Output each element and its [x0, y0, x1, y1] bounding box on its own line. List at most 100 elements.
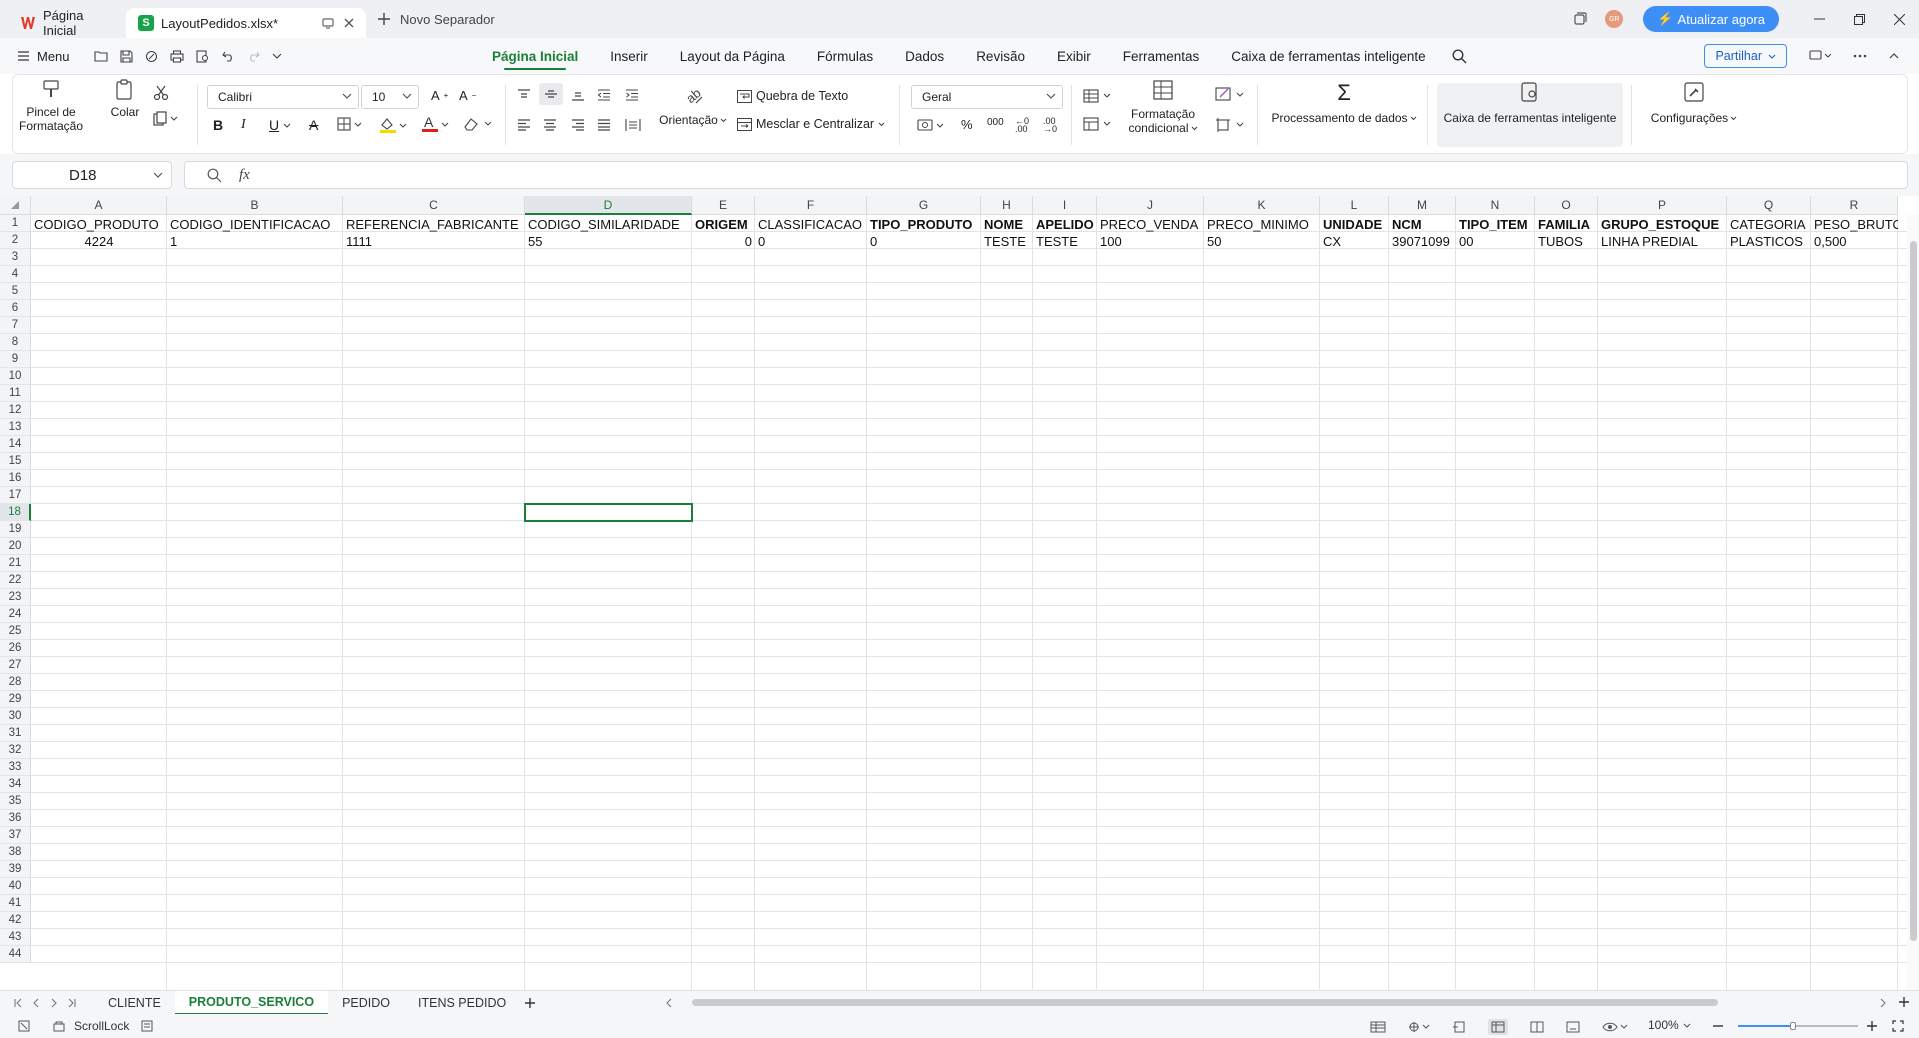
add-column-icon[interactable]	[1898, 996, 1910, 1008]
collapse-ribbon-icon[interactable]	[1889, 53, 1899, 59]
data-cell[interactable]: 50	[1204, 233, 1320, 250]
last-sheet-icon[interactable]	[68, 998, 76, 1008]
currency-format-icon[interactable]	[917, 118, 945, 132]
row-header[interactable]: 27	[0, 657, 31, 674]
row-header[interactable]: 10	[0, 368, 31, 385]
open-folder-icon[interactable]	[93, 50, 108, 62]
format-painter-button[interactable]: Pincel de Formatação	[19, 75, 83, 155]
tab-layout-da-pagina[interactable]: Layout da Página	[680, 38, 785, 74]
data-cell[interactable]: 4224	[31, 233, 167, 250]
table-view-icon[interactable]	[1370, 1021, 1386, 1033]
row-header[interactable]: 11	[0, 385, 31, 402]
column-header[interactable]: B	[167, 196, 343, 215]
cut-icon[interactable]	[153, 85, 169, 101]
data-cell[interactable]: TESTE	[1033, 233, 1097, 250]
normal-view-icon[interactable]	[1488, 1019, 1508, 1035]
horizontal-scroll-thumb[interactable]	[692, 999, 1718, 1006]
row-header[interactable]: 14	[0, 436, 31, 453]
align-left-icon[interactable]	[517, 119, 531, 131]
column-header[interactable]: D	[525, 196, 692, 215]
column-header[interactable]: K	[1204, 196, 1320, 215]
vertical-scroll-thumb[interactable]	[1910, 241, 1917, 941]
align-middle-icon[interactable]	[539, 83, 563, 105]
upgrade-button[interactable]: ⚡ Atualizar agora	[1643, 6, 1779, 32]
fullscreen-icon[interactable]	[1892, 1020, 1904, 1032]
tab-pagina-inicial[interactable]: Página Inicial	[492, 38, 578, 74]
number-format-select[interactable]: Geral	[911, 85, 1063, 109]
row-header[interactable]: 5	[0, 283, 31, 300]
align-center-icon[interactable]	[543, 119, 557, 131]
column-header[interactable]: E	[692, 196, 755, 215]
first-sheet-icon[interactable]	[14, 998, 22, 1008]
data-cell[interactable]: TESTE	[981, 233, 1033, 250]
new-tab-button[interactable]: Novo Separador	[378, 12, 495, 27]
row-header[interactable]: 15	[0, 453, 31, 470]
window-layout-icon[interactable]	[1573, 12, 1587, 26]
data-cell[interactable]: 0,500	[1811, 233, 1898, 250]
row-header[interactable]: 39	[0, 861, 31, 878]
row-header[interactable]: 12	[0, 402, 31, 419]
sheet-tab-itens-pedido[interactable]: ITENS PEDIDO	[404, 991, 520, 1015]
row-header[interactable]: 7	[0, 317, 31, 334]
row-header[interactable]: 3	[0, 249, 31, 266]
orientation-button[interactable]: ab Orientação	[653, 83, 733, 127]
row-header[interactable]: 2	[0, 232, 31, 249]
wrap-text-button[interactable]: Quebra de Texto	[737, 89, 848, 103]
header-cell[interactable]: PRECO_MINIMO	[1204, 216, 1320, 233]
more-options-icon[interactable]	[1853, 54, 1867, 58]
sheet-tab-cliente[interactable]: CLIENTE	[94, 991, 175, 1015]
format-cells-icon[interactable]	[1215, 87, 1247, 103]
row-header[interactable]: 32	[0, 742, 31, 759]
column-header[interactable]: C	[343, 196, 525, 215]
page-layout-view-icon[interactable]	[1566, 1021, 1580, 1033]
header-cell[interactable]: UNIDADE	[1320, 216, 1389, 233]
prev-sheet-icon[interactable]	[32, 998, 40, 1008]
tab-ferramentas[interactable]: Ferramentas	[1123, 38, 1200, 74]
decrease-indent-icon[interactable]	[597, 89, 611, 101]
row-header[interactable]: 28	[0, 674, 31, 691]
row-header[interactable]: 13	[0, 419, 31, 436]
row-header[interactable]: 44	[0, 946, 31, 963]
window-restore-icon[interactable]	[322, 17, 334, 29]
italic-icon[interactable]: I	[241, 117, 246, 133]
column-header[interactable]: R	[1811, 196, 1898, 215]
row-header[interactable]: 33	[0, 759, 31, 776]
header-cell[interactable]: CLASSIFICACAO	[755, 216, 867, 233]
borders-icon[interactable]	[337, 117, 363, 131]
data-cell[interactable]: 39071099	[1389, 233, 1456, 250]
row-header[interactable]: 6	[0, 300, 31, 317]
tab-scroll-left-icon[interactable]	[666, 998, 672, 1008]
header-cell[interactable]: APELIDO	[1033, 216, 1097, 233]
user-avatar[interactable]: GR	[1605, 10, 1624, 28]
home-tab[interactable]: Página Inicial	[0, 8, 122, 38]
data-cell[interactable]: TUBOS	[1535, 233, 1598, 250]
underline-icon[interactable]: U	[269, 117, 291, 133]
data-processing-button[interactable]: Σ Processamento de dados	[1269, 81, 1419, 125]
row-header[interactable]: 4	[0, 266, 31, 283]
data-cell[interactable]: PLASTICOS	[1727, 233, 1811, 250]
fx-icon[interactable]: fx	[239, 167, 250, 184]
row-header[interactable]: 9	[0, 351, 31, 368]
selected-cell[interactable]	[524, 503, 693, 522]
vertical-scrollbar[interactable]	[1907, 215, 1919, 990]
close-window-button[interactable]	[1879, 0, 1919, 38]
row-header[interactable]: 21	[0, 555, 31, 572]
formula-input[interactable]: fx	[184, 161, 1908, 189]
add-sheet-icon[interactable]	[524, 997, 536, 1009]
tab-formulas[interactable]: Fórmulas	[817, 38, 873, 74]
header-cell[interactable]: CODIGO_PRODUTO	[31, 216, 167, 233]
file-tab[interactable]: S LayoutPedidos.xlsx*	[126, 8, 366, 38]
header-cell[interactable]: REFERENCIA_FABRICANTE	[343, 216, 525, 233]
tab-inserir[interactable]: Inserir	[610, 38, 648, 74]
column-header[interactable]: P	[1598, 196, 1727, 215]
zoom-out-icon[interactable]	[1712, 1020, 1724, 1032]
conditional-format-button[interactable]: Formatação condicional	[1125, 77, 1201, 135]
data-cell[interactable]: 1	[167, 233, 343, 250]
row-header[interactable]: 17	[0, 487, 31, 504]
header-cell[interactable]: GRUPO_ESTOQUE	[1598, 216, 1727, 233]
zoom-slider-handle[interactable]	[1790, 1022, 1796, 1030]
column-header[interactable]: I	[1033, 196, 1097, 215]
header-cell[interactable]: FAMILIA	[1535, 216, 1598, 233]
zoom-slider[interactable]	[1738, 1022, 1858, 1030]
search-icon[interactable]	[1452, 48, 1467, 64]
